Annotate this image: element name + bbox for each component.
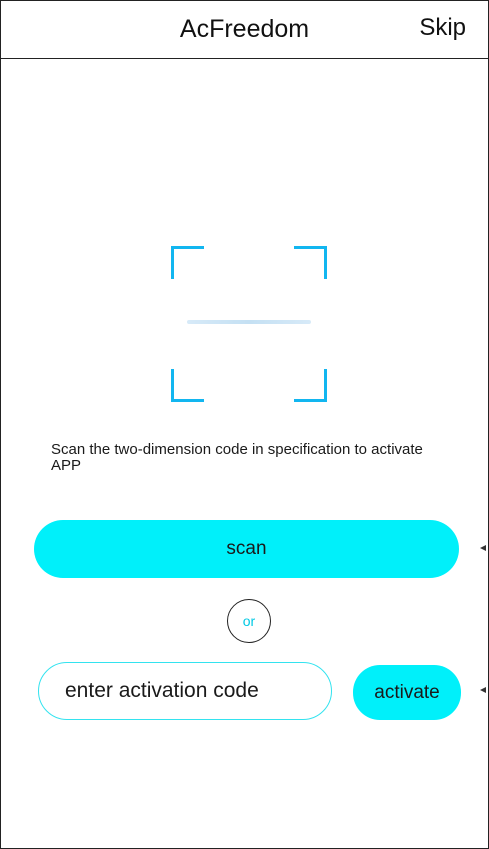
scan-corner-bottom-right: [294, 369, 327, 402]
or-divider: or: [227, 599, 271, 643]
scan-button[interactable]: scan: [34, 520, 459, 578]
page-title: AcFreedom: [179, 15, 310, 43]
scan-corner-bottom-left: [171, 369, 204, 402]
scan-corner-top-right: [294, 246, 327, 279]
scan-corner-top-left: [171, 246, 204, 279]
app-screen: AcFreedom Skip Scan the two-dimension co…: [0, 0, 489, 849]
scan-instruction-text: Scan the two-dimension code in specifica…: [51, 441, 423, 474]
activate-button[interactable]: activate: [353, 665, 461, 720]
qr-scan-frame: [171, 246, 327, 402]
header-bar: AcFreedom Skip: [1, 1, 488, 59]
scan-line: [187, 320, 311, 324]
activation-code-input[interactable]: [38, 662, 332, 720]
pointer-arrow-icon: [480, 545, 486, 551]
skip-button[interactable]: Skip: [419, 14, 466, 42]
pointer-arrow-icon: [480, 687, 486, 693]
